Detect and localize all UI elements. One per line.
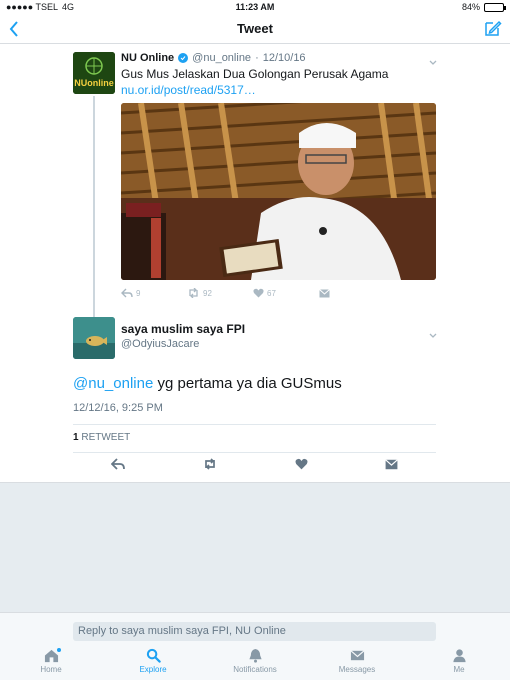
user-avatar[interactable] <box>73 317 115 359</box>
divider <box>73 452 436 453</box>
reply-icon <box>111 458 126 470</box>
parent-tweet-actions: 9 92 67 <box>121 288 330 298</box>
chevron-down-icon <box>429 60 437 65</box>
like-action[interactable]: 67 <box>253 288 319 298</box>
dot-separator: · <box>255 52 259 64</box>
heart-icon <box>253 288 264 298</box>
main-tweet: saya muslim saya FPI @OdyiusJacare @nu_o… <box>0 314 510 482</box>
status-bar: ●●●●● TSEL 4G 11:23 AM 84% <box>0 0 510 14</box>
tweet-options-chevron[interactable] <box>428 328 438 338</box>
verified-badge-icon <box>178 53 189 63</box>
author-name[interactable]: saya muslim saya FPI <box>121 322 245 336</box>
svg-text:NUonline: NUonline <box>74 78 114 88</box>
tab-explore[interactable]: Explore <box>102 642 204 680</box>
retweet-stat-label: RETWEET <box>78 432 131 443</box>
tab-me[interactable]: Me <box>408 642 510 680</box>
back-button[interactable] <box>6 19 22 39</box>
tab-label: Me <box>453 665 465 674</box>
retweet-button[interactable] <box>202 458 218 470</box>
battery-percent: 84% <box>461 2 480 12</box>
tab-label: Explore <box>139 665 167 674</box>
reply-bar: Reply to saya muslim saya FPI, NU Online <box>0 612 510 642</box>
author-name[interactable]: NU Online <box>121 52 174 64</box>
bell-icon <box>248 648 262 663</box>
carrier-label: ●●●●● TSEL <box>6 2 59 12</box>
reply-icon <box>121 288 133 298</box>
parent-tweet[interactable]: NUonline NU Online @nu_online · 12/10/16… <box>0 44 510 354</box>
nu-online-logo: NUonline <box>73 52 115 94</box>
tab-home[interactable]: Home <box>0 642 102 680</box>
reply-action[interactable]: 9 <box>121 288 187 298</box>
chevron-left-icon <box>9 21 18 37</box>
battery-icon <box>484 2 506 12</box>
compose-icon <box>485 20 502 36</box>
main-tweet-actions <box>73 458 436 470</box>
tweet-photo[interactable] <box>121 103 436 280</box>
chevron-down-icon <box>429 333 437 338</box>
tweet-header: NU Online @nu_online · 12/10/16 <box>121 52 306 64</box>
tab-label: Messages <box>338 665 376 674</box>
avatar-image <box>73 317 115 359</box>
tab-label: Home <box>40 665 62 674</box>
retweet-icon <box>189 288 198 298</box>
author-handle: @nu_online <box>192 52 252 64</box>
compose-button[interactable] <box>484 19 502 39</box>
tweet-date: 12/10/16 <box>262 52 306 64</box>
envelope-icon <box>350 650 364 661</box>
new-content-dot <box>57 648 61 652</box>
tab-notifications[interactable]: Notifications <box>204 642 306 680</box>
author-handle: @OdyiusJacare <box>121 338 200 350</box>
empty-background <box>0 482 510 612</box>
tab-messages[interactable]: Messages <box>306 642 408 680</box>
tweet-options-chevron[interactable] <box>428 55 438 65</box>
nav-bar: Tweet <box>0 14 510 44</box>
search-icon <box>146 648 161 663</box>
dm-action[interactable] <box>319 288 330 298</box>
reply-count: 9 <box>136 288 141 298</box>
clock: 11:23 AM <box>235 2 275 12</box>
nu-online-avatar[interactable]: NUonline <box>73 52 115 94</box>
network-label: 4G <box>62 2 75 12</box>
envelope-icon <box>384 458 398 469</box>
mention-link[interactable]: @nu_online <box>73 375 153 392</box>
retweet-icon <box>205 458 215 470</box>
divider <box>73 424 436 425</box>
tweet-body: @nu_online yg pertama ya dia GUSmus <box>73 375 342 392</box>
reply-button[interactable] <box>111 458 126 470</box>
like-button[interactable] <box>295 458 308 470</box>
tweet-link[interactable]: nu.or.id/post/read/5317… <box>121 83 256 97</box>
heart-icon <box>295 458 308 470</box>
reply-input[interactable]: Reply to saya muslim saya FPI, NU Online <box>73 622 436 641</box>
dm-button[interactable] <box>384 458 398 470</box>
photo-man-reading <box>121 103 436 280</box>
tab-bar: Home Explore Notifications Messages Me <box>0 642 510 680</box>
person-icon <box>452 649 466 663</box>
tweet-body-text: yg pertama ya dia GUSmus <box>153 375 342 392</box>
tweet-timestamp: 12/12/16, 9:25 PM <box>73 402 163 414</box>
like-count: 67 <box>267 288 276 298</box>
tweet-text: Gus Mus Jelaskan Dua Golongan Perusak Ag… <box>121 67 389 81</box>
envelope-icon <box>319 288 330 297</box>
retweet-action[interactable]: 92 <box>187 288 253 298</box>
tab-label: Notifications <box>233 665 277 674</box>
retweet-stats[interactable]: 1 RETWEET <box>73 432 130 443</box>
retweet-count: 92 <box>203 288 212 298</box>
page-title: Tweet <box>237 21 273 36</box>
